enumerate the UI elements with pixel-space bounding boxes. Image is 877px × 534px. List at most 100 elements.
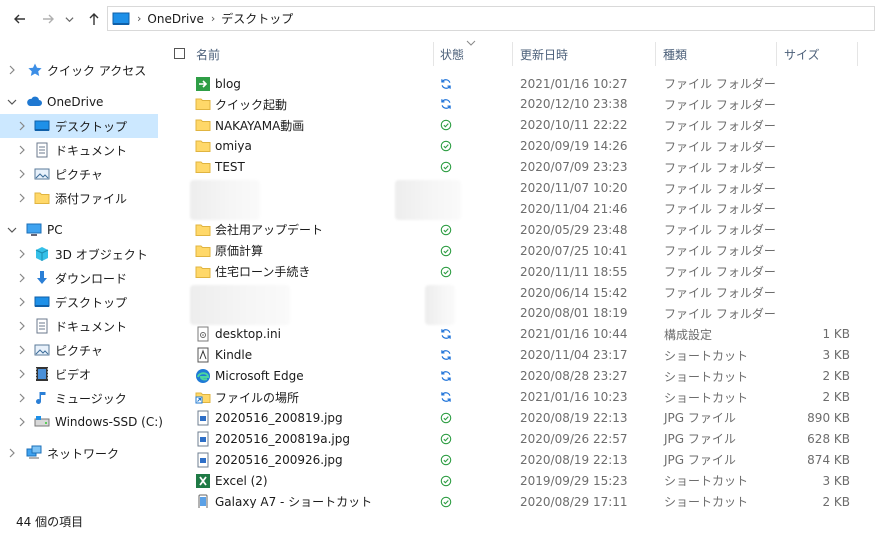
file-row[interactable]: 原価計算 2020/07/25 10:41 ファイル フォルダー bbox=[193, 240, 853, 261]
file-row[interactable]: omiya 2020/09/19 14:26 ファイル フォルダー bbox=[193, 136, 853, 157]
file-name[interactable]: desktop.ini bbox=[215, 324, 281, 345]
sync-ok-icon bbox=[439, 428, 453, 449]
nav-item-downloads[interactable]: ダウンロード bbox=[0, 266, 158, 290]
file-type: ファイル フォルダー bbox=[664, 139, 776, 154]
image-file-icon bbox=[195, 449, 211, 470]
file-name[interactable]: omiya bbox=[215, 136, 252, 157]
forward-button[interactable] bbox=[38, 9, 58, 29]
file-name[interactable]: Kindle bbox=[215, 345, 252, 366]
file-name[interactable]: Excel (2) bbox=[215, 470, 268, 491]
file-row[interactable]: 2020/11/07 10:20 ファイル フォルダー bbox=[193, 178, 853, 199]
column-header-size[interactable]: サイズ bbox=[784, 38, 854, 70]
address-toolbar: › OneDrive › デスクトップ bbox=[0, 0, 877, 38]
chevron-right-icon[interactable] bbox=[17, 393, 27, 403]
file-row[interactable]: Microsoft Edge 2020/08/28 23:27 ショートカット 2 K… bbox=[193, 366, 853, 387]
nav-item-windows-ssd[interactable]: Windows-SSD (C:) bbox=[0, 410, 163, 434]
file-row[interactable]: ファイルの場所 2021/01/16 10:23 ショートカット 2 KB bbox=[193, 387, 853, 408]
file-row[interactable]: blog 2021/01/16 10:27 ファイル フォルダー bbox=[193, 73, 853, 94]
nav-item-network[interactable]: ネットワーク bbox=[0, 441, 158, 465]
recent-locations-button[interactable] bbox=[62, 9, 76, 29]
file-name[interactable]: ファイルの場所 bbox=[215, 387, 299, 408]
file-type: ファイル フォルダー bbox=[664, 160, 776, 175]
breadcrumb-desktop[interactable]: デスクトップ bbox=[221, 10, 293, 27]
address-bar[interactable]: › OneDrive › デスクトップ bbox=[107, 6, 875, 31]
desktop-icon bbox=[112, 12, 130, 25]
column-header-name[interactable]: 名前 bbox=[196, 38, 432, 70]
chevron-right-icon[interactable] bbox=[17, 369, 27, 379]
column-divider[interactable] bbox=[512, 42, 513, 66]
chevron-right-icon[interactable] bbox=[17, 345, 27, 355]
file-row[interactable]: TEST 2020/07/09 23:23 ファイル フォルダー bbox=[193, 157, 853, 178]
column-divider[interactable] bbox=[655, 42, 656, 66]
file-row[interactable]: 住宅ローン手続き 2020/11/11 18:55 ファイル フォルダー bbox=[193, 261, 853, 282]
back-button[interactable] bbox=[10, 9, 30, 29]
file-row[interactable]: NAKAYAMA動画 2020/10/11 22:22 ファイル フォルダー bbox=[193, 115, 853, 136]
chevron-down-icon[interactable] bbox=[7, 97, 17, 107]
chevron-right-icon[interactable] bbox=[17, 249, 27, 259]
file-name[interactable]: 原価計算 bbox=[215, 240, 263, 261]
file-row[interactable]: 2020/06/14 15:42 ファイル フォルダー bbox=[193, 282, 853, 303]
column-header-type[interactable]: 種類 bbox=[663, 38, 773, 70]
file-modified-date: 2020/08/28 23:27 bbox=[520, 369, 628, 384]
column-headers: 名前 状態 更新日時 種類 サイズ bbox=[163, 38, 877, 70]
file-row[interactable]: desktop.ini 2021/01/16 10:44 構成設定 1 KB bbox=[193, 324, 853, 345]
chevron-right-icon[interactable] bbox=[17, 169, 27, 179]
nav-item-pictures-onedrive[interactable]: ピクチャ bbox=[0, 162, 158, 186]
file-row[interactable]: Kindle 2020/11/04 23:17 ショートカット 3 KB bbox=[193, 345, 853, 366]
nav-item-videos[interactable]: ビデオ bbox=[0, 362, 158, 386]
nav-item-onedrive[interactable]: OneDrive bbox=[0, 90, 158, 114]
image-file-icon bbox=[195, 407, 211, 428]
chevron-right-icon[interactable] bbox=[17, 417, 27, 427]
file-size: 2 KB bbox=[822, 369, 850, 384]
file-name[interactable]: TEST bbox=[215, 157, 245, 178]
file-row[interactable]: 2020516_200926.jpg 2020/08/19 22:13 JPG ファ… bbox=[193, 449, 853, 470]
nav-item-3d-objects[interactable]: 3D オブジェクト bbox=[0, 242, 158, 266]
column-divider[interactable] bbox=[857, 42, 858, 66]
nav-item-pictures-pc[interactable]: ピクチャ bbox=[0, 338, 158, 362]
chevron-right-icon[interactable] bbox=[17, 193, 27, 203]
nav-item-pc[interactable]: PC bbox=[0, 218, 158, 242]
chevron-right-icon[interactable] bbox=[17, 321, 27, 331]
file-name[interactable]: 2020516_200819.jpg bbox=[215, 407, 343, 428]
chevron-right-icon[interactable] bbox=[17, 121, 27, 131]
chevron-right-icon[interactable] bbox=[17, 297, 27, 307]
up-button[interactable] bbox=[84, 9, 104, 29]
nav-item-documents-onedrive[interactable]: ドキュメント bbox=[0, 138, 158, 162]
file-size bbox=[771, 136, 850, 157]
nav-item-desktop-pc[interactable]: デスクトップ bbox=[0, 290, 158, 314]
file-modified-date: 2020/11/04 23:17 bbox=[520, 348, 628, 363]
nav-item-desktop-onedrive[interactable]: デスクトップ bbox=[0, 114, 158, 138]
chevron-right-icon[interactable] bbox=[17, 273, 27, 283]
chevron-right-icon[interactable] bbox=[7, 65, 17, 75]
file-name[interactable]: blog bbox=[215, 73, 241, 94]
chevron-right-icon[interactable] bbox=[7, 448, 17, 458]
select-all-checkbox[interactable] bbox=[174, 48, 185, 59]
breadcrumb-onedrive[interactable]: OneDrive bbox=[147, 12, 203, 26]
nav-item-quick-access[interactable]: クイック アクセス bbox=[0, 58, 158, 82]
chevron-down-icon[interactable] bbox=[7, 225, 17, 235]
file-row[interactable]: 2020/11/04 21:46 ファイル フォルダー bbox=[193, 198, 853, 219]
column-divider[interactable] bbox=[433, 42, 434, 66]
file-modified-date: 2021/01/16 10:27 bbox=[520, 76, 628, 91]
file-name[interactable]: 会社用アップデート bbox=[215, 219, 323, 240]
nav-item-attachments[interactable]: 添付ファイル bbox=[0, 186, 158, 210]
file-name[interactable]: 住宅ローン手続き bbox=[215, 261, 310, 282]
file-row[interactable]: Excel (2) 2019/09/29 15:23 ショートカット 3 KB bbox=[193, 470, 853, 491]
file-name[interactable]: 2020516_200819a.jpg bbox=[215, 428, 350, 449]
file-row[interactable]: 2020516_200819.jpg 2020/08/19 22:13 JPG ファ… bbox=[193, 407, 853, 428]
file-modified-date: 2020/12/10 23:38 bbox=[520, 97, 628, 112]
file-name[interactable]: Microsoft Edge bbox=[215, 366, 304, 387]
column-header-modified[interactable]: 更新日時 bbox=[520, 38, 650, 70]
file-row[interactable]: 2020/08/01 18:19 ファイル フォルダー bbox=[193, 303, 853, 324]
file-name[interactable]: NAKAYAMA動画 bbox=[215, 115, 304, 136]
file-row[interactable]: クイック起動 2020/12/10 23:38 ファイル フォルダー bbox=[193, 94, 853, 115]
file-name[interactable]: クイック起動 bbox=[215, 94, 287, 115]
file-row[interactable]: 会社用アップデート 2020/05/29 23:48 ファイル フォルダー bbox=[193, 219, 853, 240]
chevron-right-icon[interactable] bbox=[17, 145, 27, 155]
column-divider[interactable] bbox=[776, 42, 777, 66]
file-name[interactable]: 2020516_200926.jpg bbox=[215, 449, 343, 470]
nav-item-music[interactable]: ミュージック bbox=[0, 386, 158, 410]
file-row[interactable]: 2020516_200819a.jpg 2020/09/26 22:57 JPG フ… bbox=[193, 428, 853, 449]
column-header-status[interactable]: 状態 bbox=[440, 38, 510, 70]
nav-item-documents-pc[interactable]: ドキュメント bbox=[0, 314, 158, 338]
